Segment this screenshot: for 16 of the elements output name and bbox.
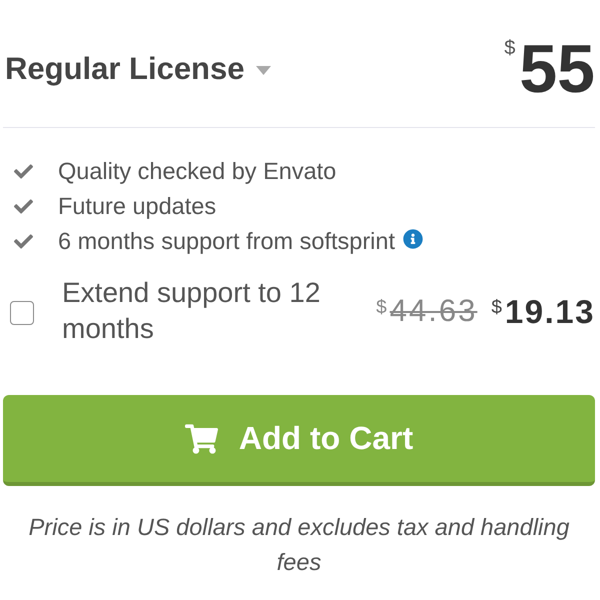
- feature-text: 6 months support from softsprint: [58, 228, 395, 255]
- feature-text: Quality checked by Envato: [58, 158, 336, 185]
- extend-support-label: Extend support to 12 months: [62, 276, 322, 346]
- checkbox[interactable]: [10, 301, 34, 325]
- old-price: $44.63: [376, 294, 478, 326]
- license-price: $55: [504, 34, 595, 102]
- check-icon: [12, 197, 35, 216]
- price-note: Price is in US dollars and excludes tax and handling fees: [28, 513, 570, 577]
- cart-icon: [184, 424, 218, 454]
- support-price: $19.13: [491, 294, 595, 328]
- check-icon: [12, 162, 35, 181]
- check-icon: [12, 232, 35, 251]
- license-selector[interactable]: Regular License: [5, 50, 272, 86]
- caret-icon: [256, 66, 272, 75]
- info-icon[interactable]: [402, 228, 423, 248]
- feature-text: Future updates: [58, 193, 216, 220]
